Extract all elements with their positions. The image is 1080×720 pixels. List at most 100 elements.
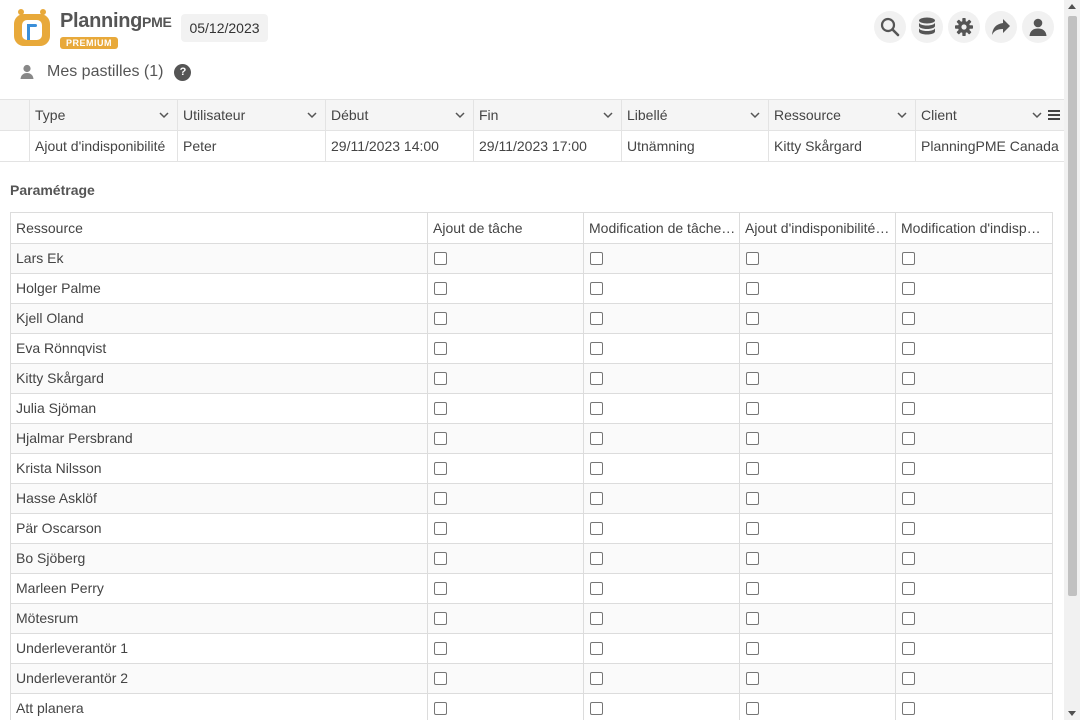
column-header-utilisateur[interactable]: Utilisateur [178,100,326,130]
chevron-down-icon[interactable] [159,110,169,120]
checkbox-modification-indisponibilite[interactable] [902,492,915,505]
cell-ajout-tache [428,274,584,303]
chevron-down-icon[interactable] [1032,110,1042,120]
checkbox-ajout-tache[interactable] [434,672,447,685]
checkbox-ajout-indisponibilite[interactable] [746,252,759,265]
cell-ajout-indisponibilite [740,514,896,543]
checkbox-ajout-indisponibilite[interactable] [746,282,759,295]
checkbox-modification-indisponibilite[interactable] [902,522,915,535]
chevron-down-icon[interactable] [897,110,907,120]
checkbox-modification-tache[interactable] [590,372,603,385]
page-scrollbar[interactable] [1064,0,1080,720]
checkbox-modification-indisponibilite[interactable] [902,372,915,385]
checkbox-ajout-tache[interactable] [434,642,447,655]
checkbox-ajout-indisponibilite[interactable] [746,342,759,355]
cell-modification-tache [584,514,740,543]
checkbox-ajout-indisponibilite[interactable] [746,582,759,595]
checkbox-ajout-indisponibilite[interactable] [746,612,759,625]
checkbox-modification-tache[interactable] [590,522,603,535]
date-picker[interactable]: 05/12/2023 [181,14,268,42]
checkbox-modification-tache[interactable] [590,642,603,655]
column-header-type[interactable]: Type [30,100,178,130]
checkbox-ajout-tache[interactable] [434,282,447,295]
checkbox-modification-indisponibilite[interactable] [902,702,915,715]
checkbox-modification-indisponibilite[interactable] [902,582,915,595]
checkbox-ajout-indisponibilite[interactable] [746,642,759,655]
checkbox-ajout-tache[interactable] [434,582,447,595]
checkbox-ajout-indisponibilite[interactable] [746,672,759,685]
checkbox-modification-tache[interactable] [590,312,603,325]
checkbox-ajout-tache[interactable] [434,552,447,565]
checkbox-ajout-indisponibilite[interactable] [746,432,759,445]
checkbox-ajout-tache[interactable] [434,402,447,415]
chevron-down-icon[interactable] [750,110,760,120]
checkbox-ajout-tache[interactable] [434,432,447,445]
pastilles-grid: Type Utilisateur Début Fin Libellé Resso… [0,99,1064,162]
cell-modification-tache [584,424,740,453]
checkbox-ajout-indisponibilite[interactable] [746,552,759,565]
checkbox-ajout-indisponibilite[interactable] [746,462,759,475]
checkbox-modification-tache[interactable] [590,462,603,475]
checkbox-ajout-tache[interactable] [434,702,447,715]
column-header-debut[interactable]: Début [326,100,474,130]
checkbox-modification-tache[interactable] [590,552,603,565]
share-button[interactable] [985,11,1017,43]
checkbox-ajout-tache[interactable] [434,372,447,385]
column-header-fin[interactable]: Fin [474,100,622,130]
search-button[interactable] [874,11,906,43]
checkbox-ajout-indisponibilite[interactable] [746,702,759,715]
checkbox-modification-indisponibilite[interactable] [902,612,915,625]
table-row: Lars Ek [11,244,1052,274]
settings-button[interactable] [948,11,980,43]
scroll-thumb[interactable] [1068,16,1077,596]
table-row: Mötesrum [11,604,1052,634]
checkbox-modification-indisponibilite[interactable] [902,312,915,325]
column-header-libelle[interactable]: Libellé [622,100,769,130]
checkbox-modification-indisponibilite[interactable] [902,642,915,655]
chevron-down-icon[interactable] [307,110,317,120]
database-button[interactable] [911,11,943,43]
scroll-down-arrow[interactable] [1068,711,1076,716]
checkbox-modification-tache[interactable] [590,702,603,715]
planningpme-logo[interactable] [12,8,52,48]
checkbox-modification-tache[interactable] [590,612,603,625]
column-header-ressource[interactable]: Ressource [769,100,916,130]
checkbox-modification-indisponibilite[interactable] [902,462,915,475]
checkbox-ajout-tache[interactable] [434,492,447,505]
checkbox-modification-indisponibilite[interactable] [902,402,915,415]
scroll-up-arrow[interactable] [1068,4,1076,9]
checkbox-ajout-tache[interactable] [434,462,447,475]
checkbox-ajout-indisponibilite[interactable] [746,402,759,415]
checkbox-modification-tache[interactable] [590,582,603,595]
help-icon[interactable]: ? [174,63,192,81]
checkbox-ajout-tache[interactable] [434,522,447,535]
checkbox-ajout-indisponibilite[interactable] [746,372,759,385]
checkbox-modification-indisponibilite[interactable] [902,432,915,445]
checkbox-modification-tache[interactable] [590,252,603,265]
checkbox-ajout-tache[interactable] [434,342,447,355]
checkbox-modification-tache[interactable] [590,492,603,505]
checkbox-modification-tache[interactable] [590,672,603,685]
checkbox-modification-tache[interactable] [590,282,603,295]
checkbox-ajout-indisponibilite[interactable] [746,492,759,505]
checkbox-modification-indisponibilite[interactable] [902,282,915,295]
column-header-client[interactable]: Client [916,100,1064,130]
checkbox-modification-indisponibilite[interactable] [902,552,915,565]
checkbox-modification-tache[interactable] [590,432,603,445]
checkbox-modification-tache[interactable] [590,402,603,415]
table-row[interactable]: Ajout d'indisponibilité Peter 29/11/2023… [0,131,1064,162]
menu-icon[interactable] [1048,109,1060,121]
column-header-ajout-indisponibilite: Ajout d'indisponibilité… [740,213,896,243]
checkbox-modification-tache[interactable] [590,342,603,355]
checkbox-modification-indisponibilite[interactable] [902,342,915,355]
user-button[interactable] [1022,11,1054,43]
checkbox-ajout-tache[interactable] [434,312,447,325]
checkbox-ajout-tache[interactable] [434,612,447,625]
checkbox-ajout-indisponibilite[interactable] [746,522,759,535]
checkbox-modification-indisponibilite[interactable] [902,672,915,685]
checkbox-ajout-indisponibilite[interactable] [746,312,759,325]
checkbox-modification-indisponibilite[interactable] [902,252,915,265]
checkbox-ajout-tache[interactable] [434,252,447,265]
chevron-down-icon[interactable] [603,110,613,120]
chevron-down-icon[interactable] [455,110,465,120]
